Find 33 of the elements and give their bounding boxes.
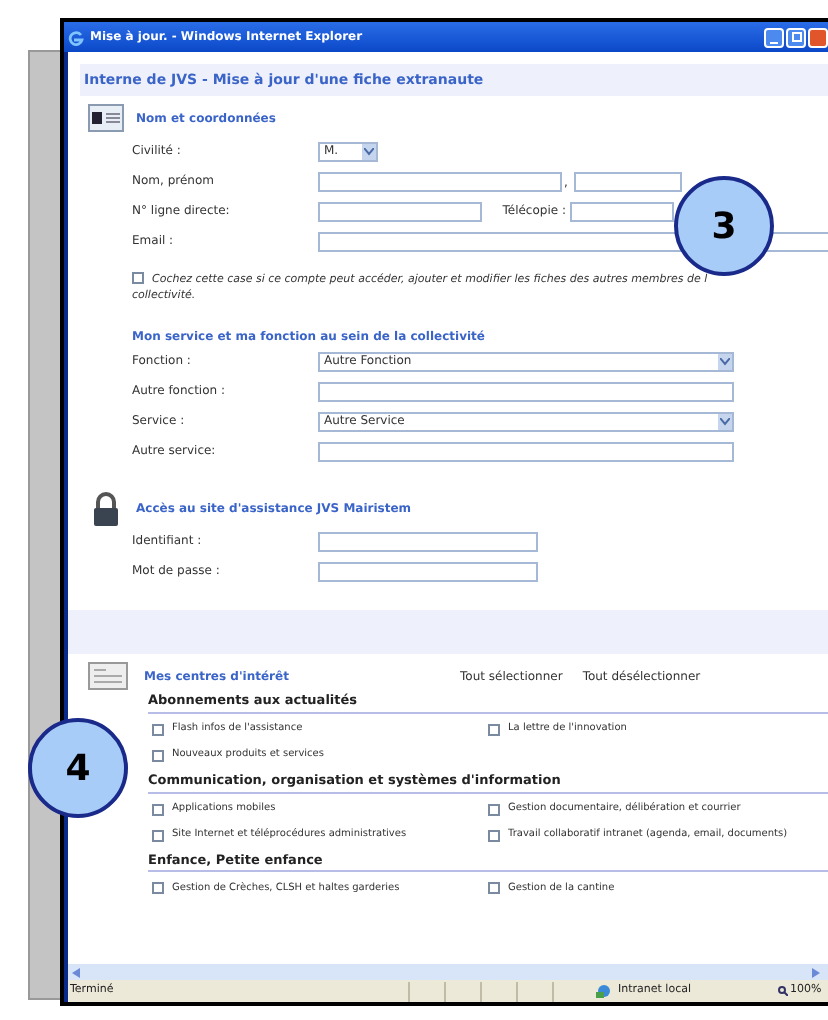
maximize-button[interactable] <box>786 27 806 47</box>
checkbox[interactable] <box>488 882 500 895</box>
input-field[interactable] <box>318 561 538 581</box>
padlock-icon <box>92 491 120 525</box>
checkbox[interactable] <box>152 723 164 736</box>
contact-card-icon <box>88 104 124 132</box>
checkbox[interactable] <box>152 829 164 841</box>
browser-logo-icon <box>68 29 84 45</box>
newspaper-icon <box>88 662 128 690</box>
checkbox[interactable] <box>152 749 164 762</box>
input-field[interactable] <box>318 201 482 221</box>
network-globe-icon <box>596 984 612 998</box>
checkbox[interactable] <box>152 803 164 815</box>
horizontal-scrollbar[interactable] <box>68 964 828 980</box>
input-field[interactable] <box>318 531 538 551</box>
scroll-right-icon[interactable] <box>812 967 820 977</box>
checkbox[interactable] <box>132 272 144 284</box>
checkbox[interactable] <box>488 723 500 736</box>
input-field[interactable] <box>318 381 734 401</box>
caret-icon <box>718 413 732 429</box>
caret-icon <box>718 353 732 369</box>
caret-icon <box>362 143 376 159</box>
zoom-icon <box>778 986 788 996</box>
minimize-button[interactable] <box>764 27 784 47</box>
checkbox[interactable] <box>152 882 164 895</box>
input-field[interactable] <box>318 171 562 191</box>
close-button[interactable] <box>808 27 828 47</box>
checkbox[interactable] <box>488 829 500 841</box>
input-field[interactable] <box>574 171 682 191</box>
input-field[interactable] <box>570 201 674 221</box>
input-field[interactable] <box>318 441 734 461</box>
scroll-left-icon[interactable] <box>72 967 80 977</box>
checkbox[interactable] <box>488 803 500 815</box>
